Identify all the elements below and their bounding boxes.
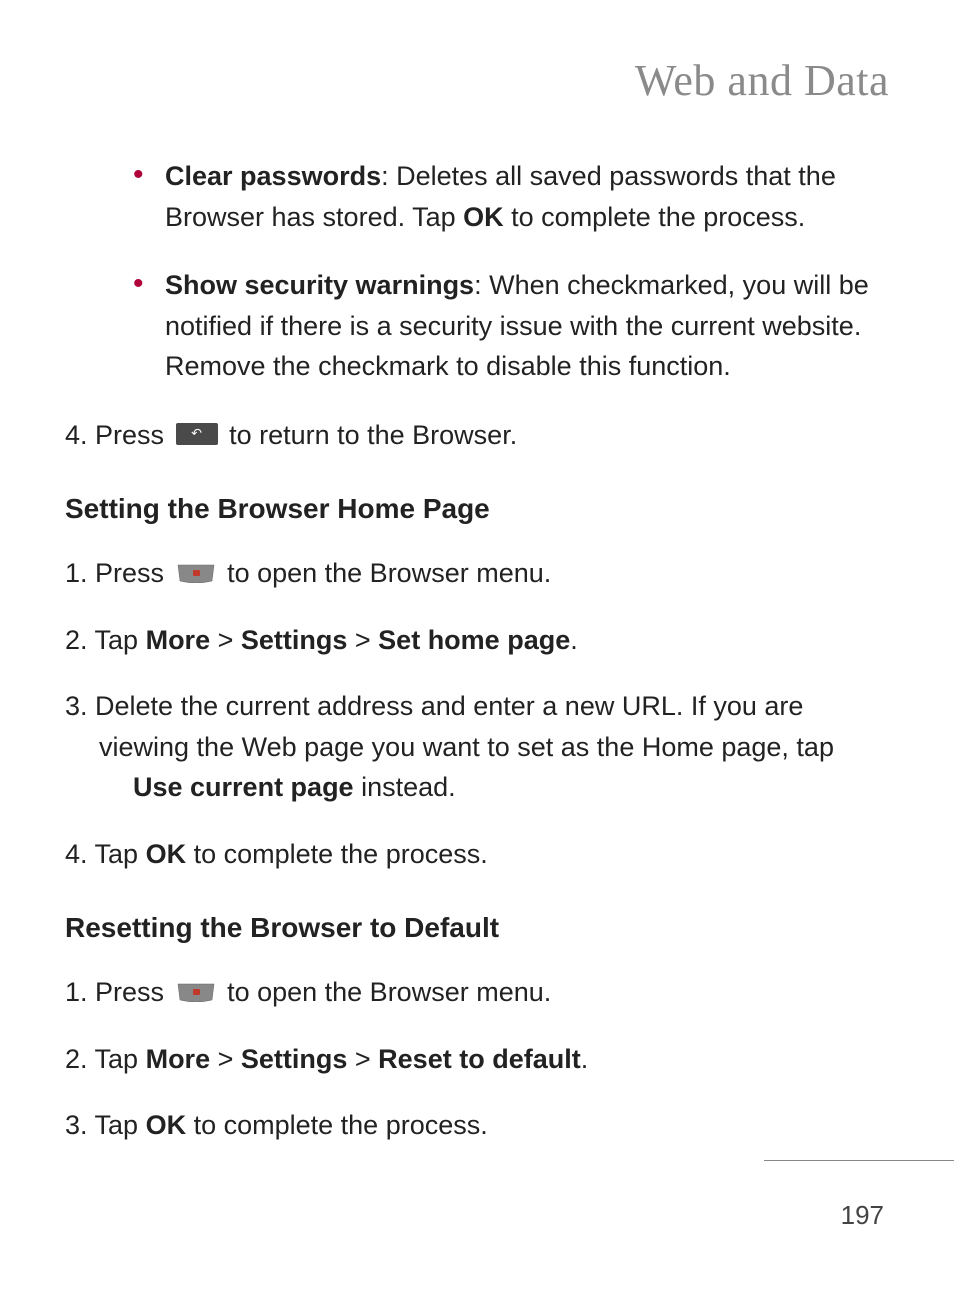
step-text: 4. Tap	[65, 839, 146, 869]
step-text: to open the Browser menu.	[227, 558, 551, 588]
step-3-delete-url: 3. Delete the current address and enter …	[65, 686, 889, 808]
menu-key-icon	[176, 982, 216, 1002]
step-sep: >	[347, 1044, 378, 1074]
step-text: 3. Delete the current address and enter …	[65, 691, 803, 721]
step-sep: >	[347, 625, 378, 655]
bullet-security-warnings: Show security warnings: When checkmarked…	[135, 265, 889, 387]
step-text: to open the Browser menu.	[227, 977, 551, 1007]
step-bold: Settings	[241, 625, 348, 655]
step-2-tap-more: 2. Tap More > Settings > Set home page.	[65, 620, 889, 661]
step-text: 1. Press	[65, 977, 172, 1007]
step-bold: Settings	[241, 1044, 348, 1074]
step-text: instead.	[354, 772, 456, 802]
step-1-press-menu: 1. Press to open the Browser menu.	[65, 553, 889, 594]
footer-rule	[764, 1160, 954, 1161]
bullet-text-2: to complete the process.	[504, 202, 806, 232]
step-bold: OK	[146, 1110, 187, 1140]
bullet-label: Clear passwords	[165, 161, 381, 191]
step-text: to return to the Browser.	[229, 420, 517, 450]
step-bold: OK	[146, 839, 187, 869]
step-bold: Set home page	[378, 625, 570, 655]
step-text: 2. Tap	[65, 1044, 146, 1074]
page-header: Web and Data	[65, 55, 889, 106]
back-key-icon	[176, 423, 218, 445]
menu-key-icon	[176, 563, 216, 583]
heading-home-page: Setting the Browser Home Page	[65, 493, 889, 525]
step-bold: More	[146, 625, 211, 655]
bullet-clear-passwords: Clear passwords: Deletes all saved passw…	[135, 156, 889, 237]
step-3-tap-ok-b: 3. Tap OK to complete the process.	[65, 1105, 889, 1146]
step-text: viewing the Web page you want to set as …	[99, 732, 834, 762]
step-text: 1. Press	[65, 558, 172, 588]
step-text: to complete the process.	[186, 839, 488, 869]
bullet-bold-ok: OK	[463, 202, 504, 232]
step-text: 3. Tap	[65, 1110, 146, 1140]
step-sep: >	[210, 1044, 241, 1074]
step-end: .	[570, 625, 578, 655]
step-text: to complete the process.	[186, 1110, 488, 1140]
step-4-return: 4. Press to return to the Browser.	[65, 415, 889, 456]
step-sep: >	[210, 625, 241, 655]
bullet-label: Show security warnings	[165, 270, 474, 300]
page-number: 197	[841, 1200, 884, 1231]
step-bold: More	[146, 1044, 211, 1074]
heading-reset-default: Resetting the Browser to Default	[65, 912, 889, 944]
step-text: 4. Press	[65, 420, 172, 450]
step-1-press-menu-b: 1. Press to open the Browser menu.	[65, 972, 889, 1013]
step-bold: Use current page	[133, 772, 354, 802]
step-bold: Reset to default	[378, 1044, 581, 1074]
step-2-tap-reset: 2. Tap More > Settings > Reset to defaul…	[65, 1039, 889, 1080]
document-page: Web and Data Clear passwords: Deletes al…	[0, 0, 954, 1146]
bullet-list: Clear passwords: Deletes all saved passw…	[135, 156, 889, 387]
step-end: .	[581, 1044, 589, 1074]
step-4-tap-ok: 4. Tap OK to complete the process.	[65, 834, 889, 875]
step-text: 2. Tap	[65, 625, 146, 655]
